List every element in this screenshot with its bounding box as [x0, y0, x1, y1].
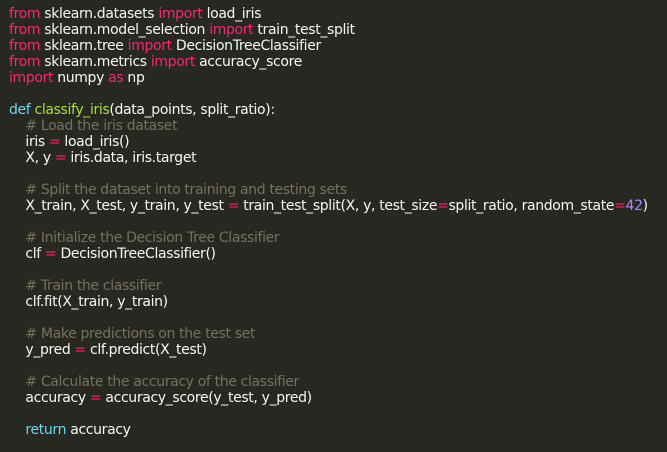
code-line[interactable]: # Initialize the Decision Tree Classifie… [9, 230, 667, 246]
code-text: (data_points, split_ratio): [109, 102, 275, 118]
keyword-token: = [74, 342, 87, 358]
code-line[interactable]: from sklearn.model_selection import trai… [9, 22, 667, 38]
code-text: train_test_split(X, y, test_size [239, 198, 438, 214]
code-text: DecisionTreeClassifier [171, 38, 321, 54]
code-line[interactable]: # Calculate the accuracy of the classifi… [9, 374, 667, 390]
keyword-token: = [48, 134, 61, 150]
keyword-token: = [614, 198, 626, 214]
code-line[interactable]: import numpy as np [9, 70, 667, 86]
blank-code-line[interactable] [9, 262, 667, 278]
comment-token: # Make predictions on the test set [25, 326, 256, 342]
code-line[interactable]: def classify_iris(data_points, split_rat… [9, 102, 667, 118]
keyword-token: from [9, 22, 41, 38]
keyword-token: from [9, 54, 41, 70]
keyword-token: = [89, 390, 102, 406]
code-editor[interactable]: from sklearn.datasets import load_iris fr… [0, 0, 667, 452]
code-text: accuracy [66, 422, 131, 438]
code-text: load_iris() [60, 134, 130, 150]
function-name-token: classify_iris [34, 102, 110, 118]
keyword-token: import [127, 38, 172, 54]
blank-code-line[interactable] [9, 166, 667, 182]
code-text: DecisionTreeClassifier() [56, 246, 216, 262]
comment-token: # Train the classifier [25, 278, 162, 294]
keyword-token: = [227, 198, 240, 214]
code-line[interactable]: accuracy = accuracy_score(y_test, y_pred… [9, 390, 667, 406]
comment-token: # Split the dataset into training and te… [25, 182, 347, 198]
code-text: sklearn.metrics [40, 54, 151, 70]
code-text: sklearn.datasets [40, 6, 159, 22]
blank-code-line[interactable] [9, 310, 667, 326]
code-text: iris [9, 134, 49, 150]
keyword-token: as [108, 70, 124, 86]
keyword-token: = [54, 150, 67, 166]
code-text: train_test_split [253, 22, 355, 38]
code-line[interactable]: # Split the dataset into training and te… [9, 182, 667, 198]
code-line[interactable]: # Train the classifier [9, 278, 667, 294]
code-text: numpy [53, 70, 109, 86]
comment-token: # Initialize the Decision Tree Classifie… [25, 230, 280, 246]
code-text: ) [642, 198, 648, 214]
keyword-token: import [209, 22, 254, 38]
blank-code-line[interactable] [9, 406, 667, 422]
code-line[interactable]: y_pred = clf.predict(X_test) [9, 342, 667, 358]
number-token: 42 [625, 198, 643, 214]
code-line[interactable]: X, y = iris.data, iris.target [9, 150, 667, 166]
code-line[interactable]: clf = DecisionTreeClassifier() [9, 246, 667, 262]
code-text: np [123, 70, 145, 86]
return-keyword-token: return [25, 422, 67, 438]
code-text: load_iris [202, 6, 262, 22]
blank-code-line[interactable] [9, 86, 667, 102]
code-text: clf.predict(X_test) [85, 342, 207, 358]
code-line[interactable]: iris = load_iris() [9, 134, 667, 150]
keyword-token: import [158, 6, 203, 22]
code-text: accuracy_score(y_test, y_pred) [101, 390, 312, 406]
blank-code-line[interactable] [9, 214, 667, 230]
keyword-token: = [44, 246, 57, 262]
code-text: iris.data, iris.target [66, 150, 197, 166]
keyword-token: from [9, 38, 41, 54]
code-line[interactable]: return accuracy [9, 422, 667, 438]
keyword-token: import [9, 70, 54, 86]
code-line[interactable]: from sklearn.metrics import accuracy_sco… [9, 54, 667, 70]
def-keyword-token: def [9, 102, 31, 118]
keyword-token: from [9, 6, 41, 22]
code-line[interactable]: # Make predictions on the test set [9, 326, 667, 342]
comment-token: # Load the iris dataset [25, 118, 178, 134]
code-text: accuracy [9, 390, 90, 406]
code-text: clf.fit(X_train, y_train) [9, 294, 168, 310]
blank-code-line[interactable] [9, 358, 667, 374]
code-line[interactable]: X_train, X_test, y_train, y_test = train… [9, 198, 667, 214]
code-text: X_train, X_test, y_train, y_test [9, 198, 228, 214]
code-text: accuracy_score [194, 54, 302, 70]
code-line[interactable]: # Load the iris dataset [9, 118, 667, 134]
code-text: sklearn.tree [40, 38, 128, 54]
comment-token: # Calculate the accuracy of the classifi… [25, 374, 299, 390]
code-text: clf [9, 246, 45, 262]
code-line[interactable]: clf.fit(X_train, y_train) [9, 294, 667, 310]
code-text: split_ratio, random_state [448, 198, 615, 214]
keyword-token: import [150, 54, 195, 70]
code-line[interactable]: from sklearn.datasets import load_iris [9, 6, 667, 22]
keyword-token: = [437, 198, 449, 214]
code-line[interactable]: from sklearn.tree import DecisionTreeCla… [9, 38, 667, 54]
code-text: sklearn.model_selection [40, 22, 210, 38]
code-text: y_pred [9, 342, 75, 358]
code-text: X, y [9, 150, 55, 166]
